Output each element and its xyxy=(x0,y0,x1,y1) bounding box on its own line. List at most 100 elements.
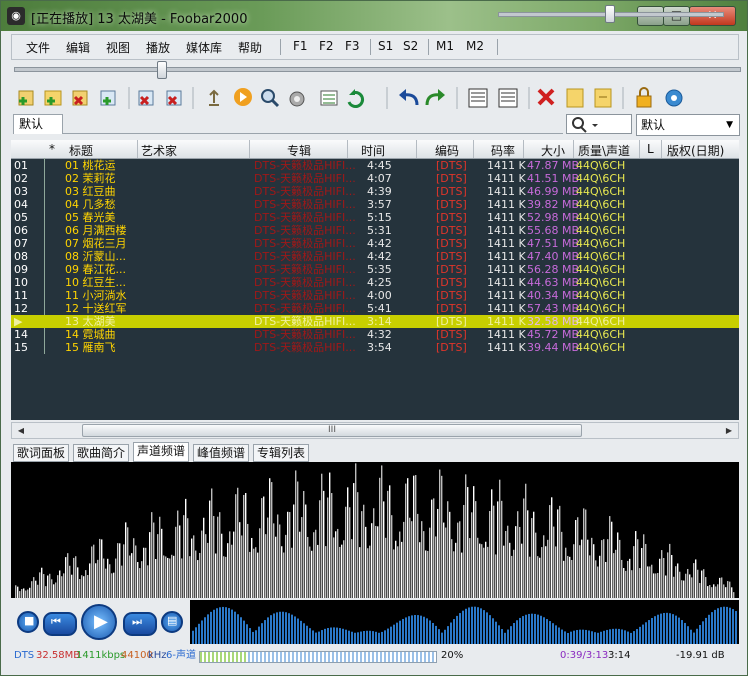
peak-bar xyxy=(675,615,677,644)
tab-lyrics[interactable]: 歌词面板 xyxy=(13,444,70,462)
remove-dead-icon[interactable] xyxy=(138,90,154,106)
menu-library[interactable]: 媒体库 xyxy=(186,39,222,56)
preset-m2[interactable]: M2 xyxy=(466,39,484,53)
table-row[interactable]: 11 11 小河淌水 DTS-天籁极品HIFI... 4:00 [DTS] 1411 K4… xyxy=(11,289,739,302)
preset-f1[interactable]: F1 xyxy=(293,39,308,53)
playlist-edit-icon[interactable] xyxy=(320,90,338,106)
menu-playback[interactable]: 播放 xyxy=(146,39,170,56)
tab-song-info[interactable]: 歌曲简介 xyxy=(73,444,130,462)
notes-icon[interactable] xyxy=(566,88,584,108)
spectrum-bar xyxy=(397,546,399,598)
open-button[interactable]: ▤ xyxy=(161,611,183,633)
spectrum-bar xyxy=(45,586,47,598)
col-copyright[interactable]: 版权(日期) xyxy=(667,142,724,159)
menu-file[interactable]: 文件 xyxy=(26,39,50,56)
refresh-icon[interactable] xyxy=(347,89,365,109)
add-url-icon[interactable] xyxy=(100,90,116,106)
spectrum-bar xyxy=(571,559,573,598)
remove-duplicates-icon[interactable] xyxy=(166,90,182,106)
table-row[interactable]: ▶ 13 太湖美 DTS-天籁极品HIFI... 3:14 [DTS] 1411 K 32.… xyxy=(11,315,739,328)
col-time[interactable]: 时间 xyxy=(361,142,385,159)
col-title[interactable]: 标题 xyxy=(69,142,93,159)
next-button[interactable]: ⏭ xyxy=(123,612,157,636)
tab-album-list[interactable]: 专辑列表 xyxy=(253,444,310,462)
col-codec[interactable]: 编码 xyxy=(435,142,459,159)
table-row[interactable]: 01 01 桃花运 DTS-天籁极品HIFI... 4:45 [DTS] 1411 K 47… xyxy=(11,159,739,172)
peak-bar xyxy=(633,631,635,644)
properties-icon[interactable] xyxy=(289,91,305,107)
col-divider xyxy=(661,140,662,158)
upload-icon[interactable] xyxy=(209,89,219,106)
table-row[interactable]: 04 04 几多愁 DTS-天籁极品HIFI... 3:57 [DTS] 1411 K 39… xyxy=(11,198,739,211)
delete-icon[interactable] xyxy=(537,88,555,106)
columns-config-icon[interactable] xyxy=(498,88,518,108)
table-row[interactable]: 03 03 红豆曲 DTS-天籁极品HIFI... 4:39 [DTS] 1411 K 46… xyxy=(11,185,739,198)
col-bitrate[interactable]: 码率 xyxy=(491,142,515,159)
window-title: [正在播放] 13 太湖美 - Foobar2000 xyxy=(31,12,248,27)
prev-button[interactable]: ⏮ xyxy=(43,612,77,636)
col-artist[interactable]: 艺术家 xyxy=(141,142,177,159)
menu-view[interactable]: 视图 xyxy=(106,39,130,56)
preset-f3[interactable]: F3 xyxy=(345,39,360,53)
search-mode-select[interactable]: 默认 ▼ xyxy=(636,114,740,136)
spectrum-bar xyxy=(363,504,365,598)
note-edit-icon[interactable] xyxy=(594,88,612,108)
gear-icon[interactable] xyxy=(665,89,683,107)
col-l[interactable]: L xyxy=(647,142,654,156)
add-files-icon[interactable] xyxy=(18,90,34,106)
table-row[interactable]: 05 05 春光美 DTS-天籁极品HIFI... 5:15 [DTS] 1411 K 52… xyxy=(11,211,739,224)
preset-m1[interactable]: M1 xyxy=(436,39,454,53)
scroll-left-icon[interactable]: ◀ xyxy=(13,424,29,437)
seek-bar-thumb[interactable] xyxy=(157,61,167,79)
table-row[interactable]: 02 02 茉莉花 DTS-天籁极品HIFI... 4:07 [DTS] 1411 K 41… xyxy=(11,172,739,185)
scrollbar-thumb[interactable]: III xyxy=(82,424,582,437)
play-media-icon[interactable] xyxy=(234,88,252,106)
scroll-right-icon[interactable]: ▶ xyxy=(721,424,737,437)
table-row[interactable]: 08 08 沂蒙山... DTS-天籁极品HIFI... 4:42 [DTS] 1411 … xyxy=(11,250,739,263)
table-row[interactable]: 14 14 霓城曲 DTS-天籁极品HIFI... 4:32 [DTS] 1411 K 45… xyxy=(11,328,739,341)
cell-codec: [DTS] xyxy=(436,302,467,315)
columns-icon[interactable] xyxy=(468,88,488,108)
lock-icon[interactable] xyxy=(636,87,652,108)
col-album[interactable]: 专辑 xyxy=(287,142,311,159)
tab-peak-spectrum[interactable]: 峰值频谱 xyxy=(193,444,250,462)
spectrum-bar xyxy=(413,475,415,598)
tab-playlist-default[interactable]: 默认 xyxy=(13,114,63,134)
spectrum-bar xyxy=(173,555,175,598)
table-row[interactable]: 15 15 雁南飞 DTS-天籁极品HIFI... 3:54 [DTS] 1411 K 39… xyxy=(11,341,739,354)
spectrum-bar xyxy=(347,487,349,598)
table-row[interactable]: 12 12 十送红军 DTS-天籁极品HIFI... 5:41 [DTS] 1411 K5… xyxy=(11,302,739,315)
col-size[interactable]: 大小 xyxy=(541,142,565,159)
remove-file-icon[interactable] xyxy=(72,90,88,106)
search-file-icon[interactable] xyxy=(261,89,280,108)
horizontal-scrollbar[interactable]: ◀ III ▶ xyxy=(11,422,739,439)
peak-bar xyxy=(342,628,344,644)
peak-bar xyxy=(420,615,422,644)
add-folder-icon[interactable] xyxy=(44,90,62,106)
table-row[interactable]: 06 06 月满西楼 DTS-天籁极品HIFI... 5:31 [DTS] 1411 K5… xyxy=(11,224,739,237)
undo-icon[interactable] xyxy=(399,89,419,106)
preset-s1[interactable]: S1 xyxy=(378,39,393,53)
spectrum-bar xyxy=(513,549,515,598)
peak-bar xyxy=(567,632,569,644)
spectrum-bar xyxy=(619,539,621,598)
preset-f2[interactable]: F2 xyxy=(319,39,334,53)
tab-channel-spectrum[interactable]: 声道频谱 xyxy=(133,442,190,462)
col-quality[interactable]: 质量\声道 xyxy=(578,142,630,159)
search-input[interactable] xyxy=(566,114,632,134)
menu-edit[interactable]: 编辑 xyxy=(66,39,90,56)
stop-button[interactable]: ■ xyxy=(17,611,39,633)
table-row[interactable]: 09 09 春江花... DTS-天籁极品HIFI... 5:35 [DTS] 1411 … xyxy=(11,263,739,276)
redo-icon[interactable] xyxy=(425,89,445,106)
peak-bar xyxy=(306,625,308,644)
playlist-view[interactable]: * 标题 艺术家 专辑 时间 编码 码率 大小 质量\声道 L 版权(日期) 0… xyxy=(11,140,739,420)
preset-s2[interactable]: S2 xyxy=(403,39,418,53)
seek-bar[interactable] xyxy=(14,67,741,72)
table-row[interactable]: 10 10 红豆生... DTS-天籁极品HIFI... 4:25 [DTS] 1411 … xyxy=(11,276,739,289)
menu-help[interactable]: 帮助 xyxy=(238,39,262,56)
table-row[interactable]: 07 07 烟花三月 DTS-天籁极品HIFI... 4:42 [DTS] 1411 K4… xyxy=(11,237,739,250)
play-button[interactable]: ▶ xyxy=(81,604,117,640)
col-queue[interactable]: * xyxy=(49,142,55,156)
peak-bar xyxy=(309,628,311,644)
volume-slider-thumb[interactable] xyxy=(605,5,615,23)
